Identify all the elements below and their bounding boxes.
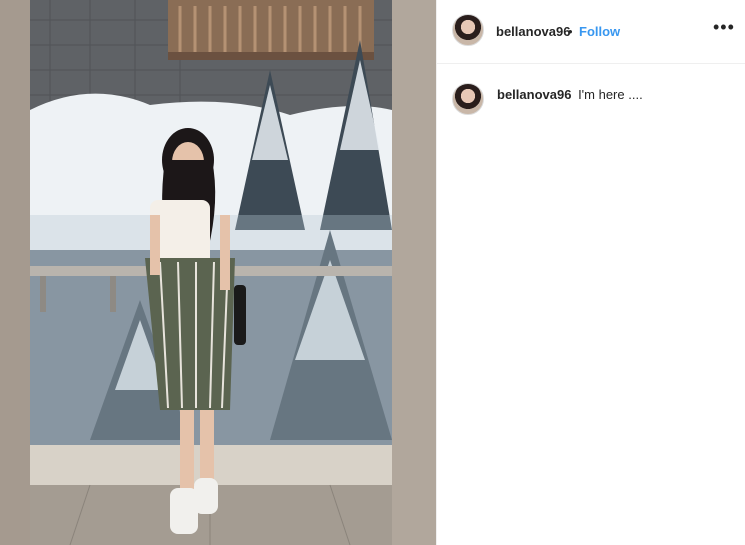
post-photo-pane[interactable]: [0, 0, 436, 545]
follow-button[interactable]: Follow: [579, 24, 620, 39]
avatar[interactable]: [452, 14, 484, 46]
header-username[interactable]: bellanova96: [496, 24, 570, 39]
caption-text: I'm here ....: [578, 87, 643, 102]
more-options-icon[interactable]: •••: [713, 17, 735, 38]
post-side-panel: bellanova96 • Follow ••• bellanova96 I'm…: [437, 0, 745, 545]
photo-letterbox-left: [0, 0, 30, 545]
photo-letterbox-right: [392, 0, 436, 545]
caption-avatar[interactable]: [452, 83, 484, 115]
separator-dot: •: [568, 24, 573, 39]
photo-illustration: [30, 0, 392, 545]
post-photo[interactable]: [30, 0, 392, 545]
caption: bellanova96 I'm here ....: [497, 87, 643, 102]
post-header: bellanova96 • Follow •••: [437, 0, 745, 64]
caption-username[interactable]: bellanova96: [497, 87, 571, 102]
